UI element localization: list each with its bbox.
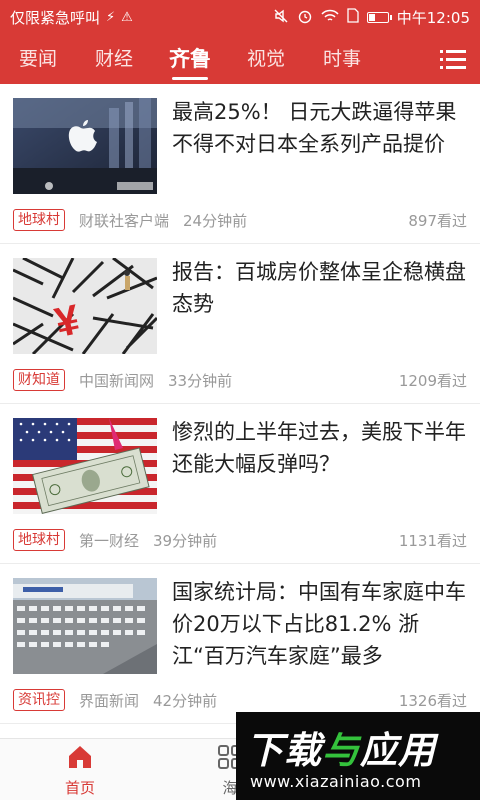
news-thumbnail-us-flag-dollar — [13, 418, 157, 514]
menu-list-icon[interactable] — [440, 48, 466, 70]
news-time: 42分钟前 — [153, 691, 218, 710]
sim-icon — [347, 8, 359, 26]
tab-qilu[interactable]: 齐鲁 — [152, 34, 228, 84]
news-thumbnail-yuan-maze: ¥ — [13, 258, 157, 354]
alarm-icon — [297, 8, 313, 27]
news-title[interactable]: 国家统计局：中国有车家庭中车价20万以下占比81.2% 浙江“百万汽车家庭”最多 — [172, 576, 468, 672]
news-card[interactable]: 最高25%！ 日元大跌逼得苹果不得不对日本全系列产品提价 地球村 财联社客户端 … — [0, 84, 480, 244]
warning-icon: ⚠ — [121, 9, 133, 25]
tab-yaowen[interactable]: 要闻 — [0, 34, 76, 84]
view-count: 1131看过 — [398, 531, 467, 550]
battery-icon — [366, 11, 392, 23]
news-source: 第一财经 — [79, 531, 140, 550]
news-meta: 资讯控 界面新闻 42分钟前 1326看过 — [13, 688, 467, 712]
news-card[interactable]: 惨烈的上半年过去，美股下半年还能大幅反弹吗？ 地球村 第一财经 39分钟前 11… — [0, 404, 480, 564]
news-feed: 最高25%！ 日元大跌逼得苹果不得不对日本全系列产品提价 地球村 财联社客户端 … — [0, 84, 480, 724]
category-tab-bar: 要闻 财经 齐鲁 视觉 时事 — [0, 34, 480, 84]
news-time: 24分钟前 — [183, 211, 248, 230]
mute-icon — [273, 8, 289, 27]
charging-bolt-icon: ⚡ — [106, 9, 116, 25]
news-source: 中国新闻网 — [79, 371, 155, 390]
nav-home[interactable]: 首页 — [40, 739, 120, 800]
news-time: 33分钟前 — [168, 371, 233, 390]
news-title[interactable]: 报告：百城房价整体呈企稳横盘态势 — [172, 256, 468, 320]
news-title[interactable]: 最高25%！ 日元大跌逼得苹果不得不对日本全系列产品提价 — [172, 96, 468, 160]
category-tag[interactable]: 资讯控 — [13, 689, 65, 711]
news-thumbnail-apple-store — [13, 98, 157, 194]
site-watermark: 下载与应用 www.xiazainiao.com — [236, 712, 480, 800]
nav-home-label: 首页 — [64, 779, 95, 797]
watermark-url: www.xiazainiao.com — [250, 772, 422, 791]
tab-shishi[interactable]: 时事 — [304, 34, 380, 84]
news-thumbnail-car-port — [13, 578, 157, 674]
wifi-icon — [321, 9, 339, 26]
category-tag[interactable]: 地球村 — [13, 529, 65, 551]
news-source: 财联社客户端 — [79, 211, 170, 230]
carrier-text: 仅限紧急呼叫 — [10, 8, 101, 27]
view-count: 1326看过 — [398, 691, 467, 710]
news-meta: 财知道 中国新闻网 33分钟前 1209看过 — [13, 368, 467, 392]
view-count: 897看过 — [408, 211, 467, 230]
category-tag[interactable]: 地球村 — [13, 209, 65, 231]
news-card[interactable]: ¥ 报告：百城房价整体呈企稳横盘态势 财知道 中国新闻网 33分钟前 1209看… — [0, 244, 480, 404]
tab-shijue[interactable]: 视觉 — [228, 34, 304, 84]
clock: 中午12:05 — [396, 8, 470, 27]
news-title[interactable]: 惨烈的上半年过去，美股下半年还能大幅反弹吗？ — [172, 416, 468, 480]
news-card[interactable]: 国家统计局：中国有车家庭中车价20万以下占比81.2% 浙江“百万汽车家庭”最多… — [0, 564, 480, 724]
news-source: 界面新闻 — [79, 691, 140, 710]
news-meta: 地球村 第一财经 39分钟前 1131看过 — [13, 528, 467, 552]
watermark-logo: 下载与应用 — [246, 729, 436, 772]
news-meta: 地球村 财联社客户端 24分钟前 897看过 — [13, 208, 467, 232]
home-icon — [69, 746, 91, 768]
news-time: 39分钟前 — [153, 531, 218, 550]
category-tag[interactable]: 财知道 — [13, 369, 65, 391]
view-count: 1209看过 — [398, 371, 467, 390]
tab-caijing[interactable]: 财经 — [76, 34, 152, 84]
status-bar: 仅限紧急呼叫 ⚡ ⚠ 中午12:05 — [0, 0, 480, 34]
